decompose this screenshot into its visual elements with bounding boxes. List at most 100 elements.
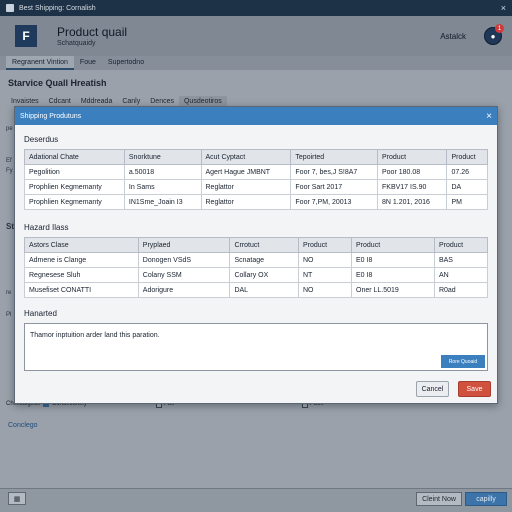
column-header[interactable]: Adational Chate [24,149,125,165]
table-cell: In Sams [123,179,202,195]
table-cell: Musefiset CONATTI [24,282,139,298]
table-row[interactable]: Prophlien Kegmemanty In Sams Reglattor F… [24,179,488,195]
shipping-dialog: Shipping Produtuns × Deserdus Adational … [14,106,498,404]
table-cell: Reglattor [200,194,292,210]
app-header: F Product quail Schatquaidy Astalck ● 1 [0,16,512,56]
bg-text-fragment: St [6,222,14,231]
conclego-link[interactable]: Conclego [8,422,38,429]
table-row[interactable]: Musefiset CONATTI Adorigure DAL NO Oner … [24,282,489,298]
table-cell: R0ad [433,282,489,298]
table-cell: FKBV17 IS.90 [376,179,448,195]
table-row[interactable]: Regnesese Sluh Colany SSM Collary OX NT … [24,267,489,283]
section-title-hazard: Hazard Ilass [24,223,69,232]
window-title: Best Shipping: Cornalish [19,4,96,12]
table-cell: IN1Sme_Joain I3 [123,194,202,210]
hazard-table: Astors Clase Pryplaed Crrotuct Product P… [24,237,489,298]
section-title-deserdus: Deserdus [24,135,59,144]
grid-button[interactable]: ▦ [8,492,26,505]
table-cell: Poor 180.08 [376,164,448,180]
client-now-button[interactable]: Cleint Now [416,492,462,506]
table-cell: Foor 7,PM, 20013 [290,194,378,210]
bg-text-fragment: Ef [6,158,12,164]
column-header[interactable]: Acut Cyptact [200,149,292,165]
column-header[interactable]: Snorktune [123,149,202,165]
table-cell: DA [446,179,488,195]
table-cell: Prophlien Kegmemanty [24,194,125,210]
table-cell: Regnesese Sluh [24,267,139,283]
table-cell: 07.26 [446,164,488,180]
table-cell: NO [297,282,353,298]
column-header[interactable]: Tepoirted [290,149,378,165]
bg-text-fragment: Fy [6,168,13,174]
table-cell: Reglattor [200,179,292,195]
table-cell: AN [433,267,489,283]
user-label[interactable]: Astalck [440,32,466,41]
table-cell: PM [446,194,488,210]
notes-text: Thamor inptuition arder land this parati… [30,332,160,339]
column-header[interactable]: Pryplaed [137,237,231,253]
tab-main-1[interactable]: Foue [74,56,102,70]
table-cell: NO [297,252,353,268]
table-cell: Prophlien Kegmemanty [24,179,125,195]
column-header[interactable]: Product [351,237,435,253]
cancel-button[interactable]: Cancel [416,381,449,397]
table-header-row: Astors Clase Pryplaed Crrotuct Product P… [24,237,489,253]
notes-textarea[interactable]: Thamor inptuition arder land this parati… [24,323,488,371]
main-tabs: Regranent Vintion Foue Supertodno [0,56,512,70]
grid-icon: ▦ [13,495,21,503]
apply-button[interactable]: capilly [465,492,507,506]
column-header[interactable]: Product [446,149,488,165]
page-title: Product quail [57,25,128,39]
table-cell: Adorigure [137,282,231,298]
table-row[interactable]: Admene is Clange Donogen VSdS Scnatage N… [24,252,489,268]
close-icon[interactable]: × [486,111,492,122]
tab-main-0[interactable]: Regranent Vintion [6,56,74,70]
section-heading: Starvice Quall Hreatish [8,78,107,88]
column-header[interactable]: Product [376,149,448,165]
table-cell: Collary OX [229,267,299,283]
table-cell: NT [297,267,353,283]
table-cell: Donogen VSdS [137,252,231,268]
table-cell: Oner LL.5019 [351,282,435,298]
bg-text-fragment: Pl [6,312,12,318]
column-header[interactable]: Product [297,237,353,253]
table-cell: DAL [229,282,299,298]
deserdus-table: Adational Chate Snorktune Acut Cyptact T… [24,149,488,210]
table-row[interactable]: Pegolition a.50018 Agert Hague JMBNT Foo… [24,164,488,180]
table-cell: Admene is Clange [24,252,139,268]
table-header-row: Adational Chate Snorktune Acut Cyptact T… [24,149,488,165]
notification-badge: 1 [495,24,504,33]
page-subtitle: Schatquaidy [57,40,96,47]
section-title-notes: Hanarted [24,309,57,318]
table-cell: Foor 7, bes,J S!8A7 [290,164,378,180]
column-header[interactable]: Product [433,237,489,253]
table-cell: Pegolition [24,164,125,180]
app-icon [6,4,14,12]
user-icon: ● [490,31,496,41]
table-cell: Agert Hague JMBNT [200,164,292,180]
column-header[interactable]: Crrotuct [229,237,299,253]
save-button[interactable]: Save [458,381,491,397]
table-cell: Foor Sart 2017 [290,179,378,195]
notes-action-button[interactable]: Rore Quoaid [441,355,485,368]
dialog-title: Shipping Produtuns [20,112,82,120]
window-close-icon[interactable]: × [501,3,506,13]
table-cell: BAS [433,252,489,268]
column-header[interactable]: Astors Clase [24,237,139,253]
table-cell: E0 I8 [351,252,435,268]
avatar[interactable]: ● 1 [484,24,504,45]
table-cell: E0 I8 [351,267,435,283]
bg-text-fragment: re [6,290,12,296]
window-titlebar: Best Shipping: Cornalish × [0,0,512,16]
table-row[interactable]: Prophlien Kegmemanty IN1Sme_Joain I3 Reg… [24,194,488,210]
product-title-block: Product quail Schatquaidy [57,25,127,47]
bg-text-fragment: pe [6,126,13,132]
table-cell: Scnatage [229,252,299,268]
tab-main-2[interactable]: Supertodno [102,56,150,70]
dialog-titlebar: Shipping Produtuns × [15,107,497,125]
table-cell: Colany SSM [137,267,231,283]
header-user-area: Astalck ● 1 [440,24,504,45]
table-cell: 8N 1.201, 2016 [376,194,448,210]
app-logo: F [15,25,37,47]
table-cell: a.50018 [123,164,202,180]
